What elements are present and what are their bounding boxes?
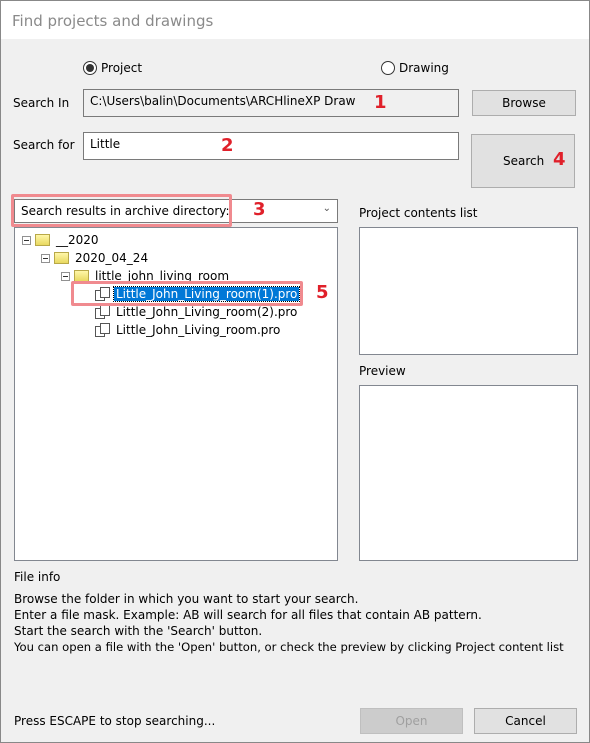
file-info-line: You can open a file with the 'Open' butt… [14, 640, 564, 654]
window-title: Find projects and drawings [12, 12, 214, 30]
collapse-icon [61, 271, 70, 281]
file-info-label: File info [14, 570, 61, 584]
search-in-label: Search In [13, 96, 70, 110]
file-info-line: Enter a file mask. Example: AB will sear… [14, 608, 482, 622]
browse-button[interactable]: Browse [472, 90, 576, 116]
results-tree[interactable]: __2020 2020_04_24 little_john_living_roo… [14, 227, 338, 561]
find-dialog: Find projects and drawings Project Drawi… [0, 0, 590, 743]
annotation-3: 3 [253, 199, 266, 220]
radio-checked-icon [83, 61, 97, 75]
radio-project[interactable]: Project [83, 61, 142, 75]
annotation-2: 2 [221, 135, 234, 156]
project-contents-list[interactable] [359, 227, 578, 355]
preview-label: Preview [359, 364, 406, 378]
preview-pane [359, 385, 578, 561]
project-contents-label: Project contents list [359, 206, 478, 220]
radio-drawing-label: Drawing [399, 61, 449, 75]
radio-drawing[interactable]: Drawing [381, 61, 449, 75]
radio-unchecked-icon [381, 61, 395, 75]
open-button[interactable]: Open [360, 708, 463, 734]
search-in-field[interactable]: C:\Users\balin\Documents\ARCHlineXP Draw [83, 89, 459, 117]
tree-item-folder[interactable]: __2020 [22, 231, 99, 249]
tree-item-file[interactable]: Little_John_Living_room.pro [95, 321, 282, 339]
file-info-line: Browse the folder in which you want to s… [14, 592, 359, 606]
project-file-icon [95, 322, 111, 338]
folder-icon [35, 234, 50, 246]
tree-item-label: __2020 [56, 233, 99, 247]
annotation-4: 4 [553, 149, 566, 170]
search-for-input[interactable]: Little [83, 132, 459, 160]
search-button-label: Search [503, 154, 545, 168]
tree-item-label: 2020_04_24 [75, 251, 149, 265]
search-for-label: Search for [13, 138, 75, 152]
tree-item-label: Little_John_Living_room.pro [116, 323, 281, 337]
collapse-icon [22, 235, 31, 245]
collapse-icon [41, 253, 50, 263]
tree-item-folder[interactable]: 2020_04_24 [41, 249, 148, 267]
project-file-icon [95, 304, 111, 320]
chevron-down-icon: ⌄ [322, 203, 331, 214]
highlight-5 [71, 281, 303, 306]
folder-icon [54, 252, 69, 264]
status-text: Press ESCAPE to stop searching... [14, 714, 216, 728]
tree-item-label: Little_John_Living_room(2).pro [116, 305, 298, 319]
annotation-5: 5 [316, 282, 329, 303]
radio-project-label: Project [101, 61, 143, 75]
file-info-line: Start the search with the 'Search' butto… [14, 624, 263, 638]
title-bar: Find projects and drawings [1, 1, 589, 39]
annotation-1: 1 [374, 92, 387, 113]
highlight-3 [11, 194, 232, 227]
cancel-button[interactable]: Cancel [474, 708, 577, 734]
